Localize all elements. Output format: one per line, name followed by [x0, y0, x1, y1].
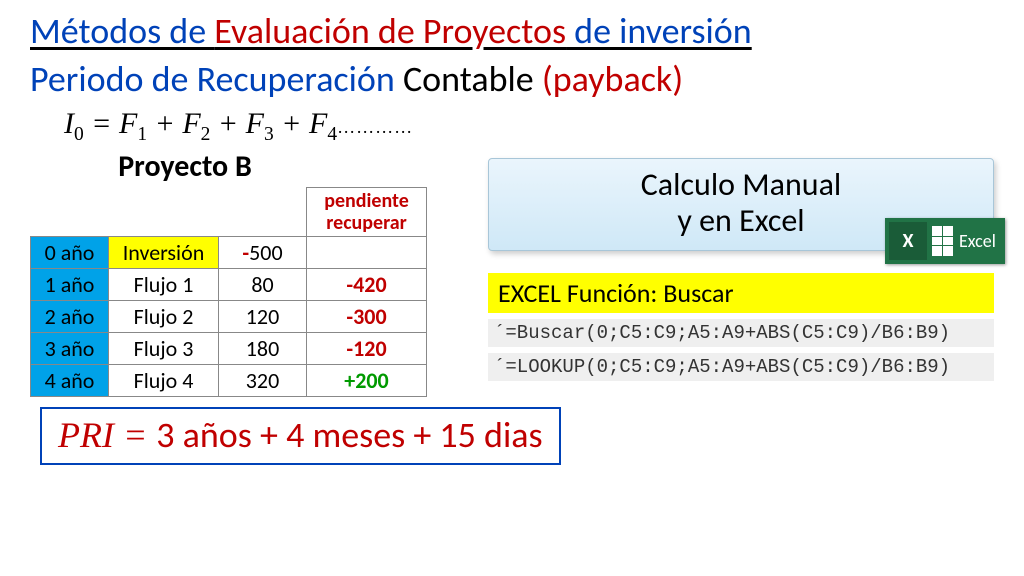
table-row: 3 año Flujo 3 180 -120	[31, 332, 427, 364]
table-row: 4 año Flujo 4 320 +200	[31, 364, 427, 396]
amount-cell: 120	[219, 300, 307, 332]
table-header: pendiente recuperar	[31, 187, 427, 236]
excel-function-box: EXCEL Función: Buscar	[488, 273, 994, 313]
pri-result-box: PRI = 3 años + 4 meses + 15 dias	[40, 407, 561, 465]
subtitle-part1: Periodo de Recuperación	[30, 57, 403, 101]
table-row: 2 año Flujo 2 120 -300	[31, 300, 427, 332]
subtitle-part3: (payback)	[542, 57, 683, 101]
label-cell: Flujo 3	[109, 332, 219, 364]
spreadsheet-icon	[931, 226, 953, 256]
label-cell: Flujo 1	[109, 268, 219, 300]
title-part3: de inversión	[566, 9, 752, 53]
title-part1: Métodos de	[30, 9, 214, 53]
label-cell: Flujo 2	[109, 300, 219, 332]
year-cell: 0 año	[31, 236, 109, 268]
formula-buscar: ´=Buscar(0;C5:C9;A5:A9+ABS(C5:C9)/B6:B9)	[488, 319, 994, 347]
year-cell: 2 año	[31, 300, 109, 332]
pending-cell: +200	[307, 364, 427, 396]
pri-value: 3 años + 4 meses + 15 dias	[156, 413, 542, 457]
project-name: Proyecto B	[70, 148, 300, 185]
table-row: 1 año Flujo 1 80 -420	[31, 268, 427, 300]
manual-calc-box: Calculo Manual y en Excel X Excel	[488, 158, 994, 252]
label-cell: Inversión	[109, 236, 219, 268]
pending-cell: -300	[307, 300, 427, 332]
year-cell: 3 año	[31, 332, 109, 364]
title-part2: Evaluación de Proyectos	[214, 9, 566, 53]
table-row: 0 año Inversión -500	[31, 236, 427, 268]
excel-x-icon: X	[889, 222, 927, 260]
cashflow-equation: I0 = F1 + F2 + F3 + F4…………	[64, 107, 994, 146]
pending-header: pendiente recuperar	[324, 189, 409, 235]
formula-lookup: ´=LOOKUP(0;C5:C9;A5:A9+ABS(C5:C9)/B6:B9)	[488, 353, 994, 381]
amount-cell: 180	[219, 332, 307, 364]
year-cell: 1 año	[31, 268, 109, 300]
subtitle-part2: Contable	[403, 57, 542, 101]
slide-title: Métodos de Evaluación de Proyectos de in…	[30, 10, 994, 53]
pending-cell: -420	[307, 268, 427, 300]
excel-label: Excel	[959, 231, 996, 252]
year-cell: 4 año	[31, 364, 109, 396]
slide-subtitle: Periodo de Recuperación Contable (paybac…	[30, 59, 994, 100]
cashflow-table: pendiente recuperar 0 año Inversión -500…	[30, 187, 427, 397]
label-cell: Flujo 4	[109, 364, 219, 396]
excel-logo: X Excel	[885, 218, 1005, 264]
amount-cell: 320	[219, 364, 307, 396]
pending-cell	[307, 236, 427, 268]
pri-eq: =	[114, 415, 156, 455]
pri-lhs: PRI	[58, 415, 114, 455]
manual-line1: Calculo Manual	[499, 167, 983, 204]
amount-cell: 80	[219, 268, 307, 300]
pending-cell: -120	[307, 332, 427, 364]
amount-cell: -500	[219, 236, 307, 268]
